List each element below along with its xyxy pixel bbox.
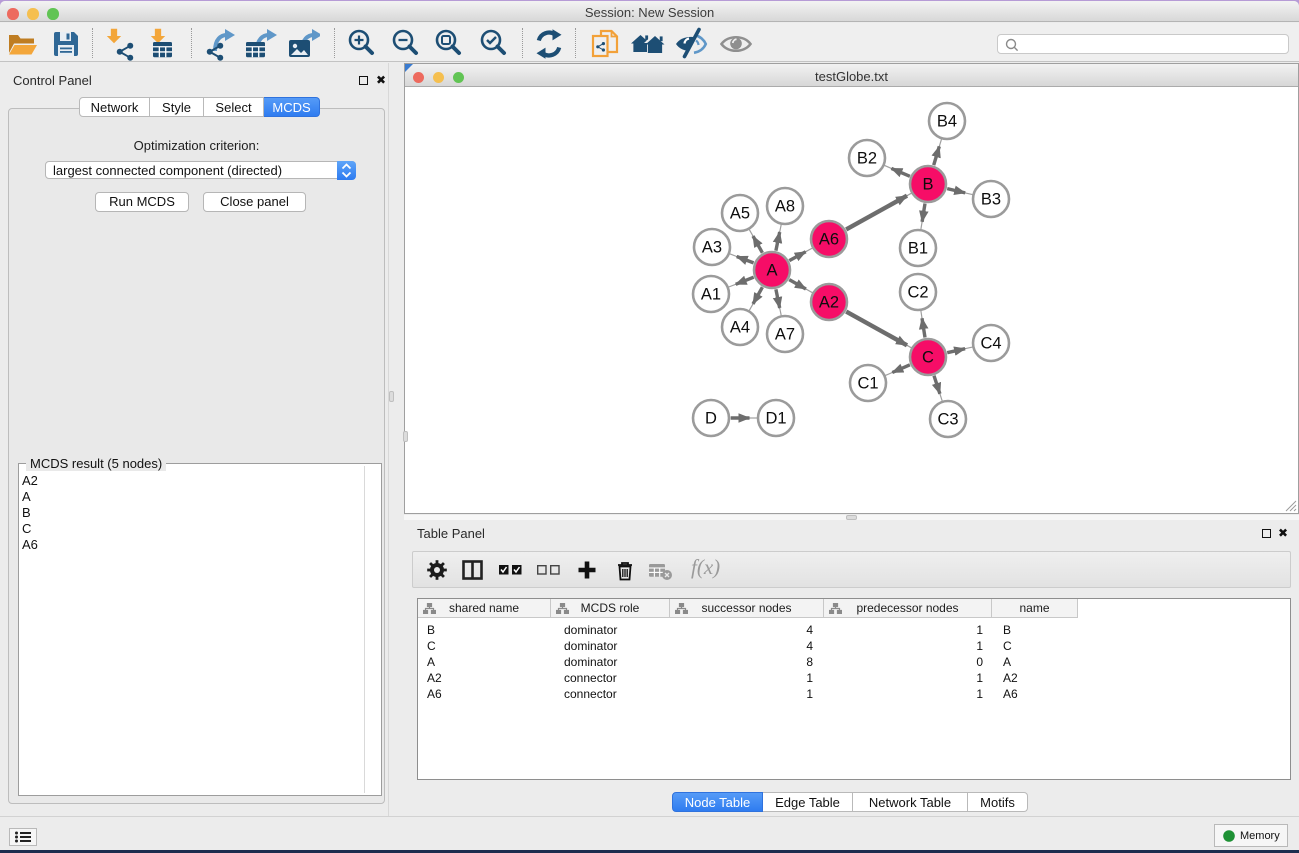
svg-text:A: A (766, 262, 777, 280)
svg-text:B4: B4 (937, 113, 957, 131)
svg-text:A4: A4 (730, 319, 750, 337)
svg-text:B1: B1 (908, 240, 928, 258)
svg-text:C2: C2 (907, 284, 928, 302)
svg-text:A6: A6 (819, 231, 839, 249)
svg-text:A7: A7 (775, 326, 795, 344)
svg-text:C4: C4 (980, 335, 1001, 353)
svg-text:D1: D1 (765, 410, 786, 428)
svg-text:A8: A8 (775, 198, 795, 216)
svg-text:A5: A5 (730, 205, 750, 223)
svg-text:D: D (705, 410, 717, 428)
svg-text:C1: C1 (857, 375, 878, 393)
svg-text:A1: A1 (701, 286, 721, 304)
svg-text:C3: C3 (937, 411, 958, 429)
svg-text:C: C (922, 349, 934, 367)
svg-text:B3: B3 (981, 191, 1001, 209)
svg-text:A3: A3 (702, 239, 722, 257)
svg-text:B2: B2 (857, 150, 877, 168)
svg-text:A2: A2 (819, 294, 839, 312)
svg-text:B: B (922, 176, 933, 194)
